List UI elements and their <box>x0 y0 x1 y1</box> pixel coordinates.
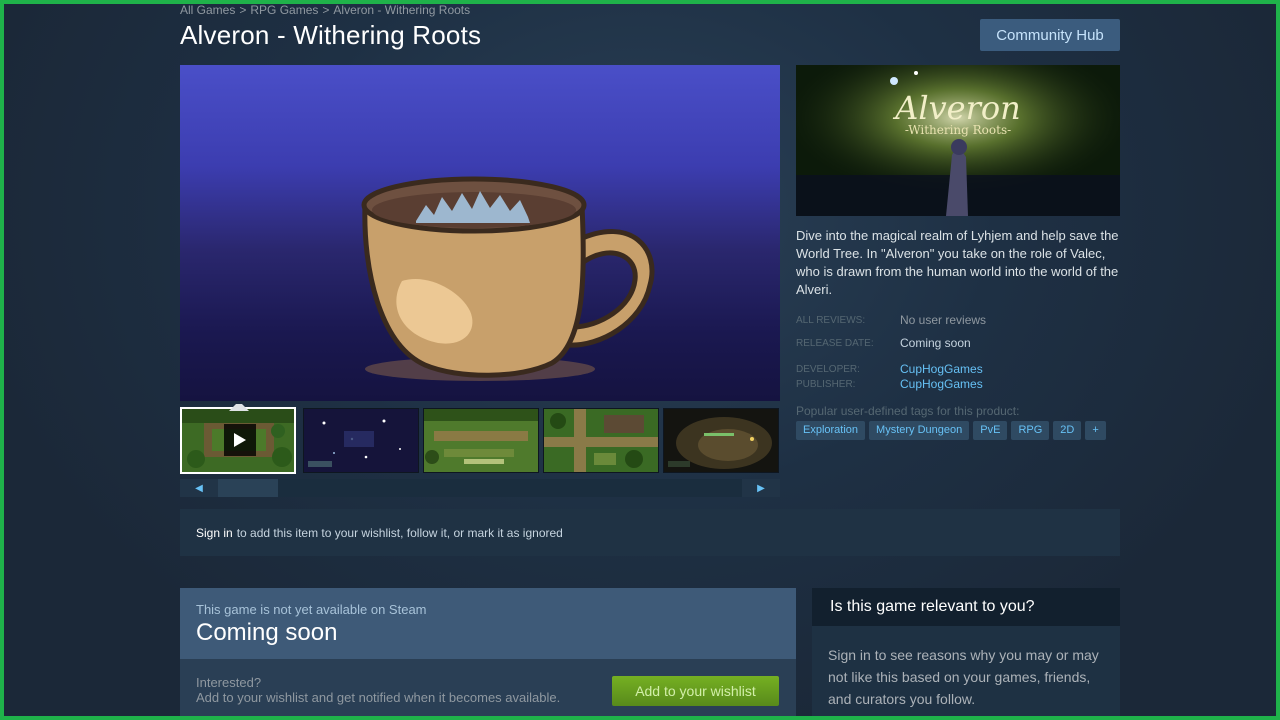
cup-artwork <box>361 176 655 381</box>
thumbnail-strip <box>180 404 780 474</box>
community-hub-button[interactable]: Community Hub <box>980 19 1120 51</box>
breadcrumb-all-games[interactable]: All Games <box>180 3 235 17</box>
publisher-label: PUBLISHER: <box>796 379 856 390</box>
game-info-panel: Alveron -Withering Roots- Dive into the … <box>796 65 1120 440</box>
reviews-value: No user reviews <box>900 313 987 327</box>
relevance-panel: Is this game relevant to you? Sign in to… <box>812 588 1120 720</box>
add-tag-button[interactable]: + <box>1085 421 1106 440</box>
breadcrumb-current-game[interactable]: Alveron - Withering Roots <box>333 3 470 17</box>
store-page: All Games > RPG Games > Alveron - Withering … <box>180 0 1120 720</box>
coming-soon-title: Coming soon <box>196 619 338 646</box>
signin-bar: Sign in to add this item to your wishlis… <box>180 509 1120 556</box>
thumbnail-screenshot-1[interactable] <box>303 408 419 473</box>
screenshot-3-image <box>544 409 658 472</box>
scroll-right-button[interactable]: ▶ <box>742 479 780 497</box>
screenshot-4-image <box>664 409 778 472</box>
thumbnail-screenshot-4[interactable] <box>663 408 779 473</box>
screenshot-2-image <box>424 409 538 472</box>
availability-header: This game is not yet available on Steam … <box>180 588 796 659</box>
page-title: Alveron - Withering Roots <box>180 20 482 50</box>
capsule-logo-title: Alveron <box>895 89 1021 127</box>
relevance-body: Sign in to see reasons why you may or ma… <box>828 647 1099 707</box>
header-capsule-image: Alveron -Withering Roots- <box>796 65 1120 216</box>
tag-2d[interactable]: 2D <box>1053 421 1082 440</box>
scrollbar-handle[interactable] <box>218 479 278 497</box>
breadcrumb: All Games > RPG Games > Alveron - Withering … <box>180 3 471 17</box>
signin-link[interactable]: Sign in <box>196 526 233 540</box>
wishlist-section: Interested? Add to your wishlist and get… <box>180 659 796 720</box>
tag-list: Exploration Mystery Dungeon PvE RPG 2D + <box>796 421 1120 440</box>
tag-exploration[interactable]: Exploration <box>796 421 866 440</box>
reviews-label: ALL REVIEWS: <box>796 315 866 326</box>
play-icon <box>224 424 256 456</box>
tag-mystery-dungeon[interactable]: Mystery Dungeon <box>869 421 970 440</box>
scroll-left-button[interactable]: ◀ <box>180 479 218 497</box>
release-date-label: RELEASE DATE: <box>796 338 874 349</box>
breadcrumb-rpg-games[interactable]: RPG Games <box>250 3 318 17</box>
tag-rpg[interactable]: RPG <box>1011 421 1050 440</box>
game-meta: ALL REVIEWS: No user reviews RELEASE DAT… <box>796 313 1120 391</box>
thumbnail-scrollbar[interactable]: ◀ ▶ <box>180 479 780 497</box>
thumbnail-video[interactable] <box>180 404 296 474</box>
capsule-artwork <box>796 65 1120 216</box>
game-description: Dive into the magical realm of Lyhjem an… <box>796 228 1119 297</box>
capsule-logo-subtitle: -Withering Roots- <box>904 123 1012 137</box>
thumbnail-screenshot-3[interactable] <box>543 408 659 473</box>
purchase-area: This game is not yet available on Steam … <box>180 588 796 720</box>
active-thumbnail-indicator <box>229 404 249 411</box>
thumbnail-screenshot-2[interactable] <box>423 408 539 473</box>
developer-label: DEVELOPER: <box>796 364 860 375</box>
release-date-value: Coming soon <box>900 336 971 350</box>
tag-pve[interactable]: PvE <box>973 421 1008 440</box>
developer-link[interactable]: CupHogGames <box>900 362 983 376</box>
relevance-heading: Is this game relevant to you? <box>812 588 1120 626</box>
main-media-player[interactable] <box>180 65 780 401</box>
publisher-link[interactable]: CupHogGames <box>900 377 983 391</box>
availability-note: This game is not yet available on Steam <box>196 602 427 617</box>
add-to-wishlist-button[interactable]: Add to your wishlist <box>612 676 779 706</box>
screenshot-1-image <box>304 409 418 472</box>
signin-text: to add this item to your wishlist, follo… <box>236 525 563 540</box>
tags-label: Popular user-defined tags for this produ… <box>796 404 1020 418</box>
